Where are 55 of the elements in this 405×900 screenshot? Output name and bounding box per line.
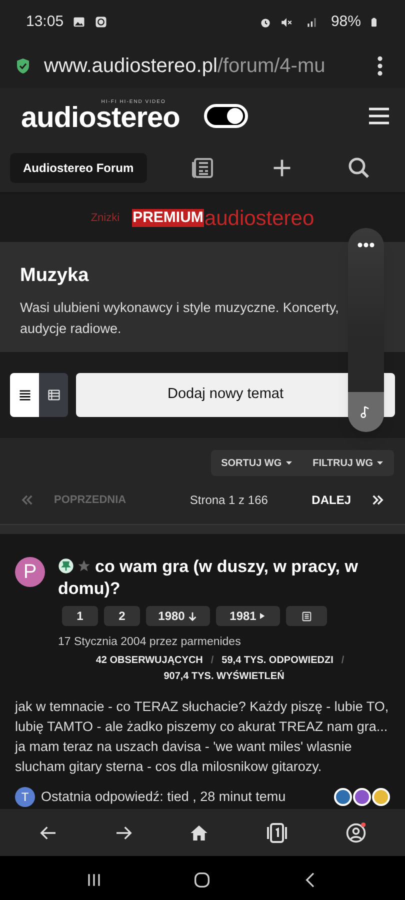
page-indicator: Strona 1 z 166 xyxy=(188,492,269,509)
last-reply-text: Ostatnia odpowiedź: tied , 28 minut temu xyxy=(41,788,287,806)
app-icon xyxy=(94,15,108,29)
topic-meta: 17 Stycznia 2004 przez parmenides xyxy=(58,635,242,650)
topic-stat: 42 OBSERWUJĄCYCH xyxy=(96,654,203,668)
table-icon xyxy=(46,388,60,402)
star-icon[interactable] xyxy=(77,559,91,573)
play-icon xyxy=(258,612,266,620)
list-icon xyxy=(18,388,32,402)
search-icon[interactable] xyxy=(347,156,371,180)
view-mode-tab[interactable] xyxy=(39,373,68,417)
stat-separator: / xyxy=(210,654,214,668)
page-link[interactable]: 1980 xyxy=(146,606,210,626)
topic-stat: 907,4 TYS. WYŚWIETLEŃ xyxy=(164,669,284,684)
profile-icon[interactable] xyxy=(345,822,368,844)
status-time: 13:05 xyxy=(26,12,64,32)
forum-description: Wasi ulubieni wykonawcy i style muzyczne. Koncerty, audycje radiowe. xyxy=(20,298,340,338)
theme-toggle[interactable] xyxy=(204,104,248,128)
reaction-icon[interactable] xyxy=(372,788,390,806)
view-mode-tab[interactable] xyxy=(10,373,39,417)
newspaper-icon xyxy=(301,610,312,622)
stat-separator: / xyxy=(341,654,344,668)
topic-excerpt: jak w temnacie - co TERAZ słuchacie? Każdy piszę - lubie TO, lubię TAMTO - ale żadko piszemy co akurat TREAZ nam gra... ja mam teraz na uszach davisa - 'we want miles' wlasnie slucham gitary sterna - cos dla milosnikow gitarozy. xyxy=(15,698,390,776)
topic-title-link[interactable]: co wam gra (w duszy, w pracy, w domu)? xyxy=(58,556,390,600)
caret-icon xyxy=(284,459,293,467)
music-button[interactable] xyxy=(348,392,384,432)
tabs-icon[interactable] xyxy=(265,820,290,844)
page-link[interactable]: 1981 xyxy=(216,606,280,626)
user-avatar: T xyxy=(15,787,35,808)
image-icon xyxy=(72,15,86,29)
premium-banner[interactable]: Znizki PREMIUMaudiostereo xyxy=(0,194,405,242)
newspaper-icon[interactable] xyxy=(191,156,215,180)
preview-button[interactable] xyxy=(286,606,327,626)
topic-stat: 59,4 TYS. ODPOWIEDZI xyxy=(222,654,334,668)
page-link[interactable]: 1 xyxy=(62,606,98,626)
alarm-icon xyxy=(258,16,272,28)
double-chevron-left-icon xyxy=(20,493,34,507)
filter-dropdown[interactable]: FILTRUJ WG xyxy=(302,456,394,470)
double-chevron-right-icon[interactable] xyxy=(371,493,385,507)
shield-check-icon xyxy=(14,57,32,75)
breadcrumb-link[interactable]: Audiostereo Forum xyxy=(10,153,147,183)
home-icon[interactable] xyxy=(189,822,210,842)
home-button-icon[interactable] xyxy=(192,870,212,890)
reaction-icon[interactable] xyxy=(334,788,352,806)
reaction-icon[interactable] xyxy=(353,788,371,806)
filter-dropdown[interactable]: SORTUJ WG xyxy=(211,456,303,470)
caret-icon xyxy=(376,459,384,467)
forum-title: Muzyka xyxy=(20,264,90,288)
battery-level: 98% xyxy=(330,12,361,32)
next-page-link[interactable]: DALEJ xyxy=(312,491,351,509)
arrow-down-icon xyxy=(186,610,198,622)
mute-icon xyxy=(280,16,293,28)
user-avatar: P xyxy=(15,557,45,587)
plus-icon[interactable] xyxy=(271,157,293,179)
page-link[interactable]: 2 xyxy=(104,606,140,626)
